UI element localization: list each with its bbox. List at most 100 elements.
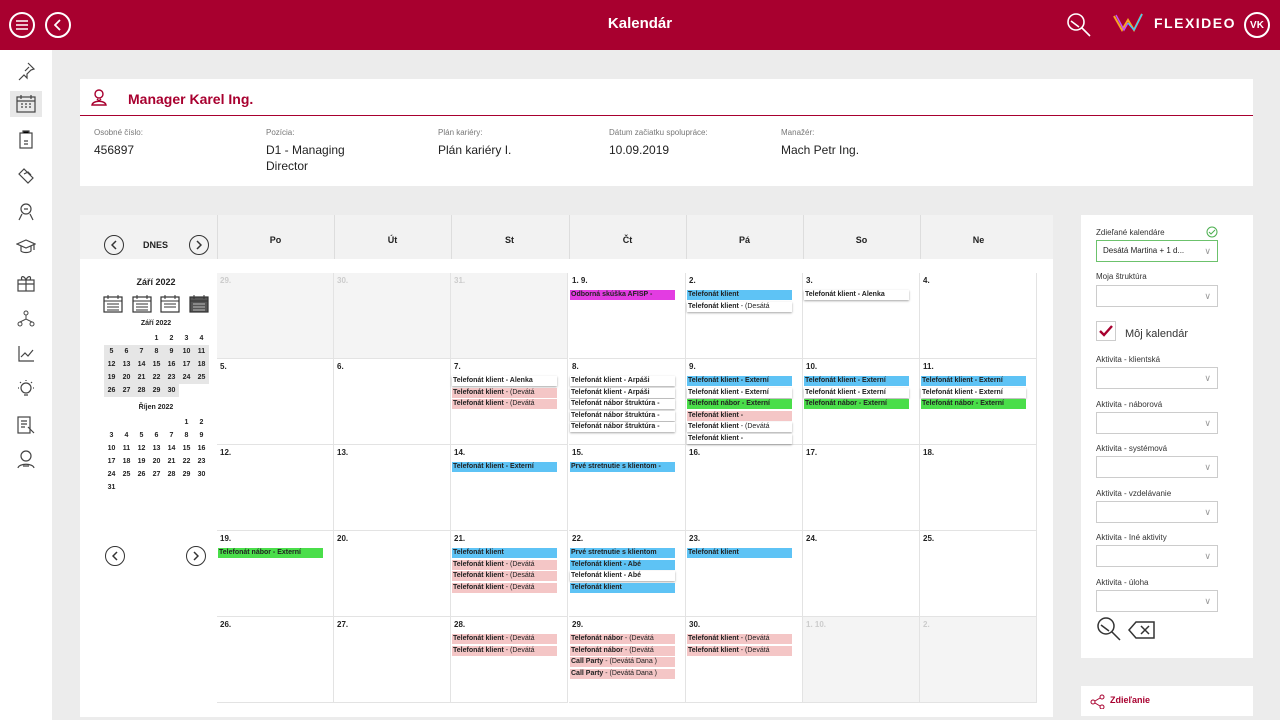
day-cell[interactable]: 5.: [217, 359, 334, 445]
mini-day[interactable]: 20: [119, 371, 134, 384]
mini-day[interactable]: 17: [104, 455, 119, 468]
mini-day[interactable]: 22: [149, 371, 164, 384]
mini-day[interactable]: 7: [134, 345, 149, 358]
day-cell[interactable]: 8. Telefonát klient - Arpáši Telefonát kli…: [569, 359, 686, 445]
user-avatar[interactable]: VK: [1244, 12, 1270, 38]
mini-next-button[interactable]: [186, 546, 206, 566]
mini-day[interactable]: 20: [149, 455, 164, 468]
day-cell[interactable]: 13.: [334, 445, 451, 531]
calendar-event[interactable]: Telefonát klient - (Devátá: [687, 645, 792, 656]
calendar-event[interactable]: Telefonát klient - Externí: [687, 387, 792, 398]
calendar-event[interactable]: Telefonát nábor - (Devátá: [570, 645, 675, 656]
mini-day[interactable]: 14: [134, 358, 149, 371]
mini-day[interactable]: 24: [104, 468, 119, 481]
mini-day[interactable]: 18: [194, 358, 209, 371]
day-cell[interactable]: 26.: [217, 617, 334, 703]
day-cell[interactable]: 25.: [920, 531, 1037, 617]
prev-week-button[interactable]: [104, 235, 124, 255]
mini-day[interactable]: 14: [164, 442, 179, 455]
day-cell[interactable]: 19. Telefonát nábor - Externí: [217, 531, 334, 617]
mini-day[interactable]: 26: [104, 384, 119, 397]
calendar-event[interactable]: Telefonát klient -: [687, 410, 792, 421]
calendar-event[interactable]: Telefonát klient: [570, 582, 675, 593]
calendar-event[interactable]: Telefonát klient - (Devátá: [452, 582, 557, 593]
day-cell[interactable]: 14. Telefonát klient - Externí: [451, 445, 568, 531]
calendar-event[interactable]: Prvé stretnutie s klientom -: [570, 462, 675, 472]
next-week-button[interactable]: [189, 235, 209, 255]
day-view-icon[interactable]: [189, 295, 209, 313]
mini-day[interactable]: 28: [134, 384, 149, 397]
sidebar-item-chart[interactable]: [10, 341, 42, 367]
mini-day[interactable]: 8: [149, 345, 164, 358]
mini-day[interactable]: 31: [104, 481, 119, 494]
calendar-event[interactable]: Telefonát klient - Externí: [921, 387, 1026, 398]
activity-filter-select[interactable]: ∨: [1096, 456, 1218, 478]
mini-day[interactable]: 25: [194, 371, 209, 384]
mini-day[interactable]: 3: [104, 429, 119, 442]
mini-prev-button[interactable]: [105, 546, 125, 566]
calendar-event[interactable]: Call Party - (Devátá Dana ): [570, 668, 675, 679]
day-cell[interactable]: 1. 10.: [803, 617, 920, 703]
day-cell[interactable]: 16.: [686, 445, 803, 531]
mini-day[interactable]: 30: [194, 468, 209, 481]
sidebar-item-gift[interactable]: [10, 270, 42, 296]
mini-day[interactable]: 23: [164, 371, 179, 384]
calendar-event[interactable]: Telefonát klient - Externí: [687, 376, 792, 386]
search-icon[interactable]: [1065, 11, 1093, 39]
activity-filter-select[interactable]: ∨: [1096, 545, 1218, 567]
mini-day[interactable]: 11: [194, 345, 209, 358]
mini-day[interactable]: 29: [179, 468, 194, 481]
calendar-event[interactable]: Telefonát klient - (Devátá: [687, 422, 792, 432]
mini-day[interactable]: 6: [149, 429, 164, 442]
mini-day[interactable]: 27: [149, 468, 164, 481]
calendar-event[interactable]: Telefonát klient - Externí: [804, 376, 909, 386]
day-cell[interactable]: 2. Telefonát klient Telefonát klient - (De…: [686, 273, 803, 359]
day-cell[interactable]: 3. Telefonát klient - Alenka: [803, 273, 920, 359]
calendar-event[interactable]: Telefonát nábor - Externí: [921, 399, 1026, 409]
mini-day[interactable]: 9: [164, 345, 179, 358]
mini-day[interactable]: 21: [164, 455, 179, 468]
calendar-event[interactable]: Telefonát klient - (Desátá: [687, 301, 792, 312]
workweek-view-icon[interactable]: [160, 295, 180, 313]
sidebar-item-clipboard[interactable]: [10, 127, 42, 153]
calendar-event[interactable]: Telefonát klient - Abé: [570, 559, 675, 570]
day-cell[interactable]: 6.: [334, 359, 451, 445]
day-cell[interactable]: 7. Telefonát klient - Alenka Telefonát kli…: [451, 359, 568, 445]
calendar-event[interactable]: Telefonát nábor - (Devátá: [570, 634, 675, 644]
mini-day[interactable]: 1: [179, 416, 194, 429]
calendar-event[interactable]: Telefonát klient: [687, 290, 792, 300]
activity-filter-select[interactable]: ∨: [1096, 589, 1218, 612]
day-cell[interactable]: 12.: [217, 445, 334, 531]
calendar-event[interactable]: Telefonát nábor štruktúra -: [570, 422, 675, 432]
calendar-event[interactable]: Telefonát klient - Alenka: [804, 290, 909, 300]
day-cell[interactable]: 1. 9. Odborná skúška AFISP -: [569, 273, 686, 359]
search-icon[interactable]: [1095, 615, 1123, 643]
calendar-event[interactable]: Odborná skúška AFISP -: [570, 290, 675, 300]
mini-day[interactable]: 12: [134, 442, 149, 455]
mini-day[interactable]: 29: [149, 384, 164, 397]
sidebar-item-graduation[interactable]: [10, 234, 42, 260]
day-cell[interactable]: 31.: [451, 273, 568, 359]
calendar-event[interactable]: Telefonát klient - (Devátá: [687, 634, 792, 644]
calendar-event[interactable]: Telefonát klient - Arpáši: [570, 376, 675, 386]
calendar-event[interactable]: Prvé stretnutie s klientom: [570, 548, 675, 558]
calendar-event[interactable]: Telefonát klient - (Devátá: [452, 387, 557, 398]
week-view-icon[interactable]: [132, 295, 152, 313]
sidebar-item-pin[interactable]: [10, 58, 42, 84]
day-cell[interactable]: 30.: [334, 273, 451, 359]
mini-day[interactable]: 15: [149, 358, 164, 371]
day-cell[interactable]: 30. Telefonát klient - (Devátá Telefonát k…: [686, 617, 803, 703]
sidebar-item-users[interactable]: [10, 199, 42, 225]
mini-day[interactable]: 28: [164, 468, 179, 481]
calendar-event[interactable]: Telefonát nábor štruktúra -: [570, 410, 675, 421]
calendar-event[interactable]: Telefonát klient - Abé: [570, 571, 675, 581]
mini-day[interactable]: 5: [104, 345, 119, 358]
mini-day[interactable]: 2: [164, 332, 179, 345]
mini-day[interactable]: 25: [119, 468, 134, 481]
today-button[interactable]: DNES: [143, 240, 168, 250]
day-cell[interactable]: 17.: [803, 445, 920, 531]
calendar-event[interactable]: Telefonát nábor - Externí: [218, 548, 323, 558]
mini-day[interactable]: 4: [119, 429, 134, 442]
mini-day[interactable]: 19: [134, 455, 149, 468]
calendar-event[interactable]: Telefonát nábor - Externí: [687, 399, 792, 409]
